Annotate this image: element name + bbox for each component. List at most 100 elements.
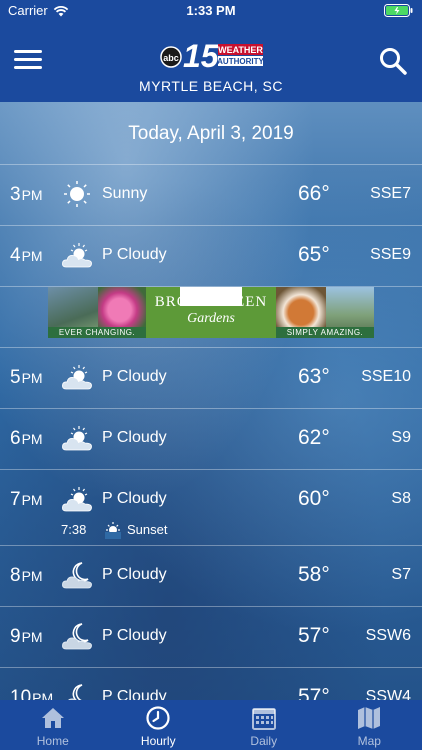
hour-number: 10 bbox=[10, 687, 32, 700]
partly-cloudy-day-icon bbox=[62, 426, 92, 451]
battery-icon bbox=[384, 4, 414, 17]
condition-label: P Cloudy bbox=[102, 246, 167, 263]
hour-number: 9 bbox=[10, 626, 21, 647]
hourly-row[interactable]: 8PM P Cloudy 58° S7 bbox=[0, 545, 422, 606]
logo-line1-text: WEATHER bbox=[218, 45, 263, 55]
hourly-forecast-list[interactable]: Today, April 3, 2019 3PM Sunny 66° SSE7 4PM P… bbox=[0, 102, 422, 700]
ad-banner-row: BROOKGREEN Gardens EVER CHANGING. SIMPLY… bbox=[0, 286, 422, 340]
sunset-time: 7:38 bbox=[61, 522, 87, 537]
hour-label: 9PM bbox=[10, 626, 43, 648]
hour-label: 8PM bbox=[10, 565, 43, 587]
hourly-row[interactable]: 4PM P Cloudy 65° SSE9 bbox=[0, 225, 422, 286]
temperature-label: 66° bbox=[298, 182, 330, 205]
wind-label: S8 bbox=[391, 490, 411, 507]
status-bar: Carrier 1:33 PM bbox=[0, 0, 422, 20]
clock-icon bbox=[146, 706, 170, 730]
temperature-label: 63° bbox=[298, 365, 330, 388]
temperature-label: 65° bbox=[298, 243, 330, 266]
condition-label: P Cloudy bbox=[102, 688, 167, 700]
condition-label: Sunny bbox=[102, 185, 148, 202]
tab-home-label: Home bbox=[36, 734, 69, 748]
hour-ampm: PM bbox=[21, 248, 43, 264]
ad-tagline-left: EVER CHANGING. bbox=[48, 327, 146, 338]
tab-home[interactable]: Home bbox=[0, 700, 106, 750]
temperature-label: 62° bbox=[298, 426, 330, 449]
hour-ampm: PM bbox=[21, 629, 43, 645]
tab-bar: Home Hourly Daily Map bbox=[0, 700, 422, 750]
partly-cloudy-night-icon bbox=[68, 684, 83, 700]
hour-label: 6PM bbox=[10, 428, 43, 450]
menu-button[interactable] bbox=[14, 50, 42, 72]
logo-network-text: abc bbox=[163, 53, 179, 63]
hour-number: 5 bbox=[10, 367, 21, 388]
hour-number: 8 bbox=[10, 565, 21, 586]
hour-number: 6 bbox=[10, 428, 21, 449]
hourly-row[interactable]: 5PM P Cloudy 63° SSE10 bbox=[0, 347, 422, 408]
temperature-label: 58° bbox=[298, 563, 330, 586]
ad-banner[interactable]: BROOKGREEN Gardens EVER CHANGING. SIMPLY… bbox=[48, 287, 374, 338]
tab-daily[interactable]: Daily bbox=[211, 700, 317, 750]
hour-ampm: PM bbox=[32, 690, 54, 700]
map-icon bbox=[358, 707, 381, 729]
calendar-icon bbox=[251, 708, 276, 730]
tab-hourly-label: Hourly bbox=[140, 734, 176, 748]
hour-ampm: PM bbox=[21, 431, 43, 447]
ad-white-patch bbox=[180, 287, 242, 306]
hourly-row[interactable]: 3PM Sunny 66° SSE7 bbox=[0, 164, 422, 225]
ad-brand-panel: BROOKGREEN Gardens bbox=[146, 287, 276, 338]
search-button[interactable] bbox=[378, 46, 408, 76]
condition-label: P Cloudy bbox=[102, 429, 167, 446]
search-icon bbox=[380, 48, 407, 75]
condition-label: P Cloudy bbox=[102, 490, 167, 507]
partly-cloudy-day-icon bbox=[62, 487, 92, 512]
wind-label: S9 bbox=[391, 429, 411, 446]
condition-label: P Cloudy bbox=[102, 566, 167, 583]
hour-number: 3 bbox=[10, 184, 21, 205]
sunset-label: Sunset bbox=[127, 522, 168, 537]
hourly-row[interactable]: 10PM P Cloudy 57° SSW4 bbox=[0, 667, 422, 700]
logo-number-text: 15 bbox=[183, 38, 220, 71]
sunset-row: 7:38 Sunset bbox=[0, 514, 422, 544]
app-header: abc 15 WEATHER AUTHORITY MYRTLE BEACH, S… bbox=[0, 20, 422, 102]
partly-cloudy-night-icon bbox=[62, 623, 92, 650]
tab-map[interactable]: Map bbox=[317, 700, 422, 750]
hourly-row[interactable]: 6PM P Cloudy 62° S9 bbox=[0, 408, 422, 469]
status-time: 1:33 PM bbox=[186, 3, 236, 18]
condition-label: P Cloudy bbox=[102, 627, 167, 644]
partly-cloudy-day-icon bbox=[62, 365, 92, 390]
hour-label: 4PM bbox=[10, 245, 43, 267]
ad-brand-line2: Gardens bbox=[187, 311, 235, 326]
hour-ampm: PM bbox=[21, 187, 43, 203]
partly-cloudy-day-icon bbox=[62, 243, 92, 268]
ad-tagline-right: SIMPLY AMAZING. bbox=[276, 327, 374, 338]
tab-hourly[interactable]: Hourly bbox=[106, 700, 212, 750]
sunset-icon bbox=[105, 522, 121, 539]
logo-line2-text: AUTHORITY bbox=[217, 57, 264, 66]
hour-number: 4 bbox=[10, 245, 21, 266]
tab-daily-label: Daily bbox=[250, 734, 278, 748]
wind-label: SSE10 bbox=[361, 368, 411, 385]
date-label: Today, April 3, 2019 bbox=[128, 123, 294, 144]
partly-cloudy-night-icon bbox=[62, 562, 92, 589]
hour-ampm: PM bbox=[21, 370, 43, 386]
hourly-row[interactable]: 9PM P Cloudy 57° SSW6 bbox=[0, 606, 422, 667]
hour-ampm: PM bbox=[21, 492, 43, 508]
wind-label: SSW6 bbox=[365, 627, 411, 644]
wind-label: S7 bbox=[391, 566, 411, 583]
home-icon bbox=[41, 708, 64, 728]
temperature-label: 60° bbox=[298, 487, 330, 510]
wind-label: SSE9 bbox=[370, 246, 411, 263]
hour-label: 5PM bbox=[10, 367, 43, 389]
hour-label: 10PM bbox=[10, 687, 53, 700]
location-label: MYRTLE BEACH, SC bbox=[139, 78, 283, 94]
hour-label: 7PM bbox=[10, 489, 43, 511]
temperature-label: 57° bbox=[298, 624, 330, 647]
hour-number: 7 bbox=[10, 489, 21, 510]
hour-label: 3PM bbox=[10, 184, 43, 206]
wind-label: SSW4 bbox=[365, 688, 411, 700]
condition-label: P Cloudy bbox=[102, 368, 167, 385]
wind-label: SSE7 bbox=[370, 185, 411, 202]
hour-ampm: PM bbox=[21, 568, 43, 584]
station-logo: abc 15 WEATHER AUTHORITY bbox=[160, 37, 264, 74]
temperature-label: 57° bbox=[298, 685, 330, 700]
